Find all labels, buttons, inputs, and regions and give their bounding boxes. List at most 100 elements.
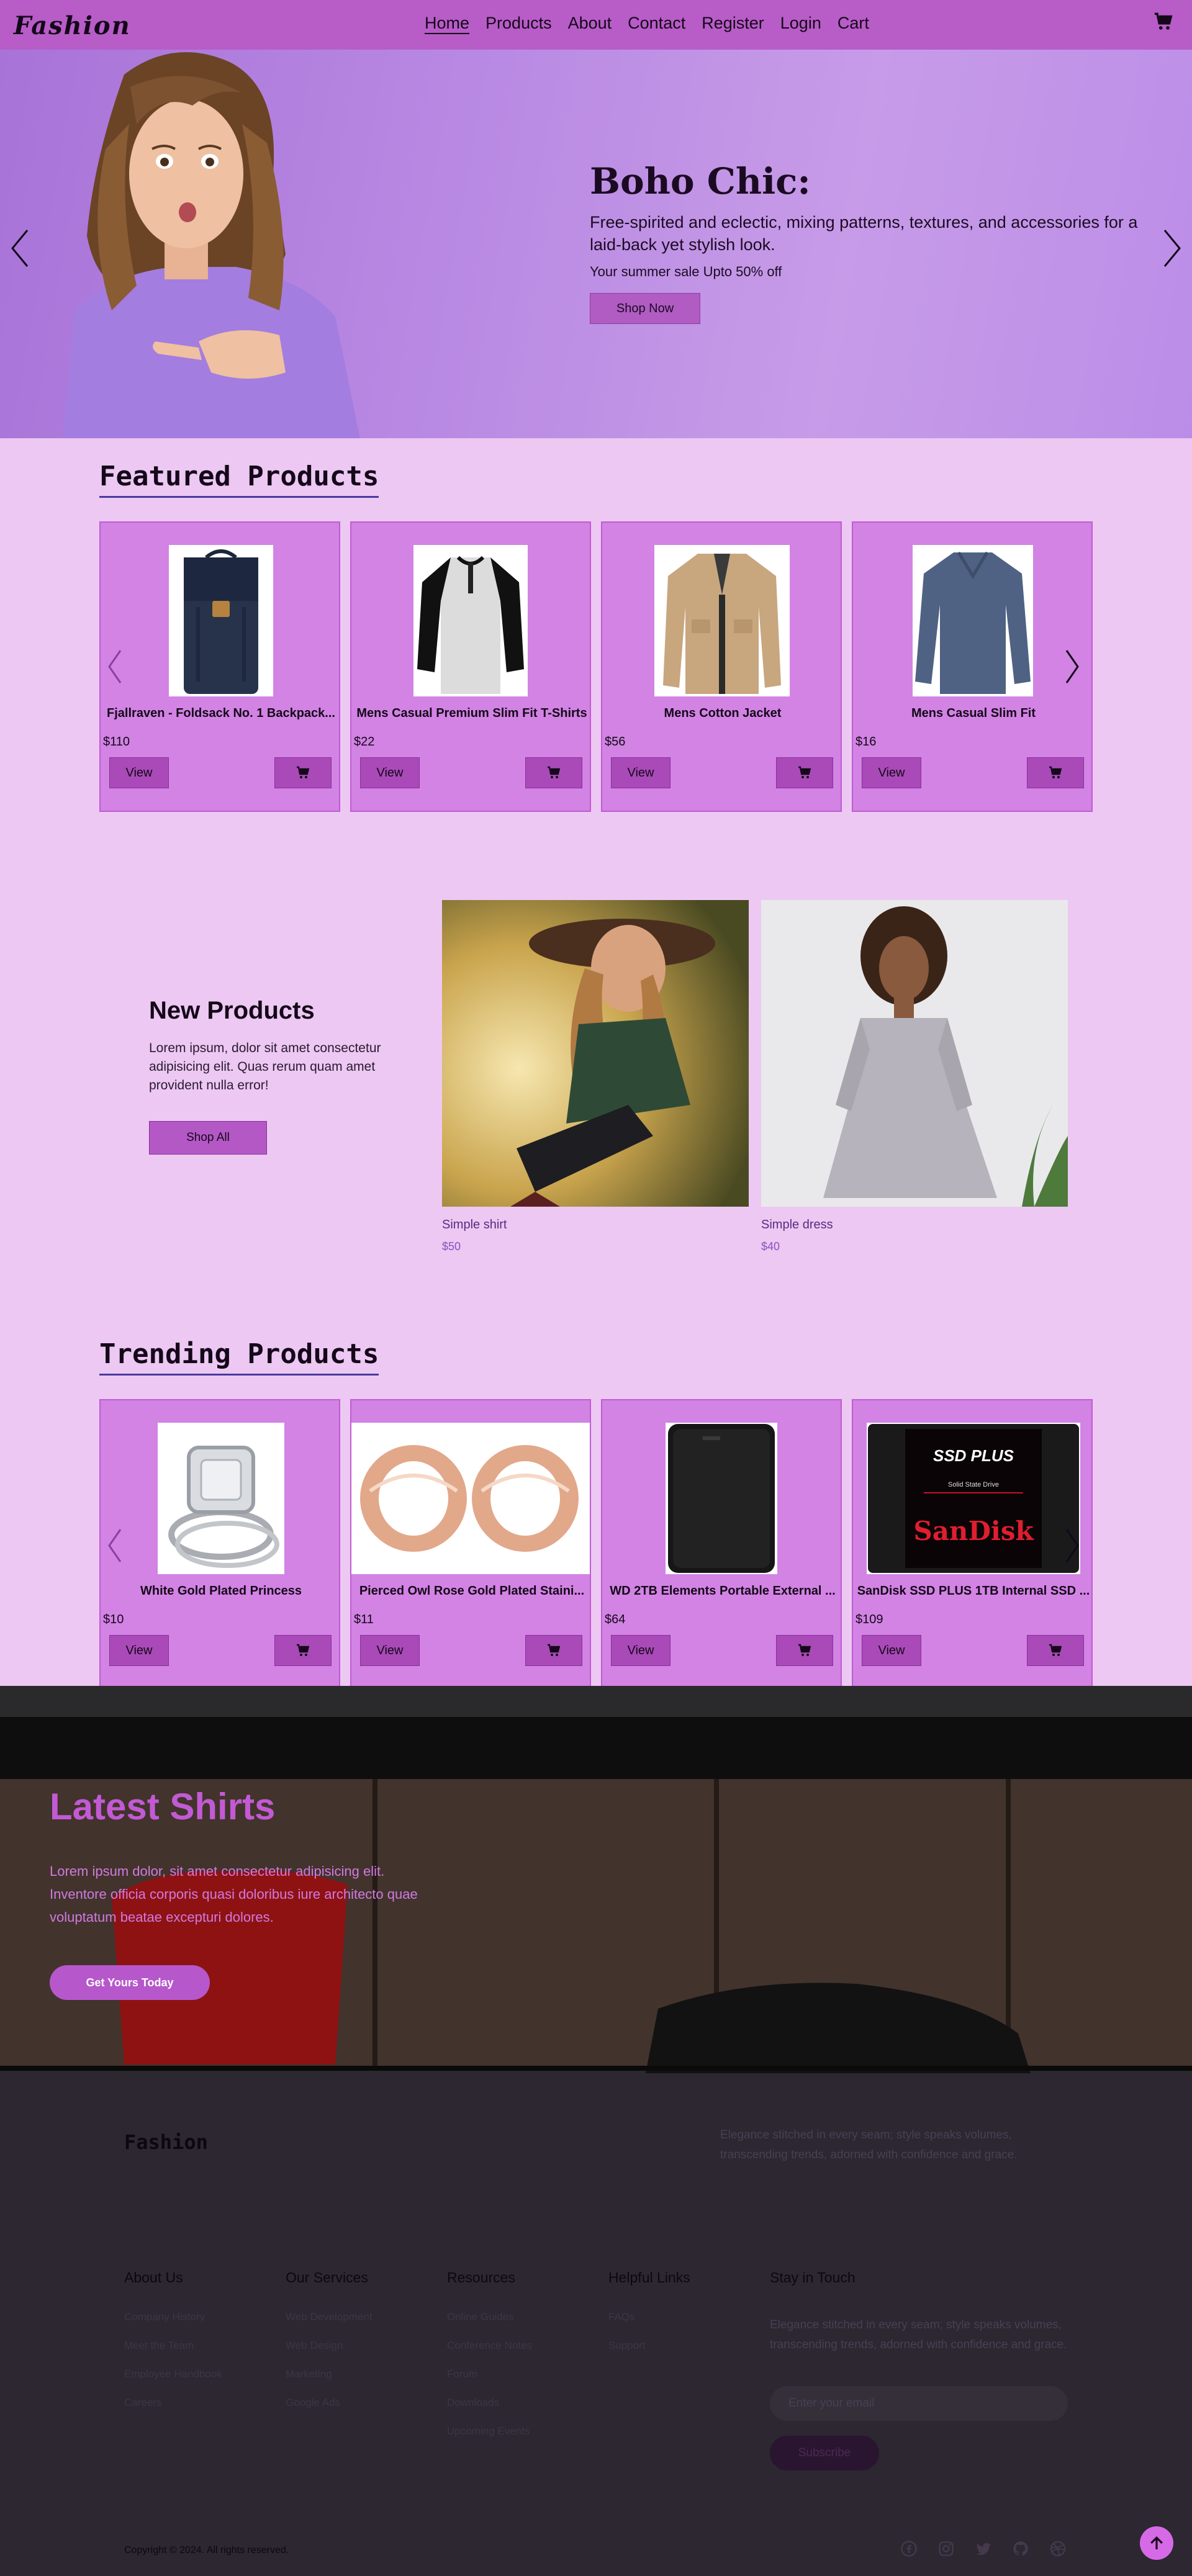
add-to-cart-button[interactable]: [274, 757, 332, 788]
ssd-model: SSD PLUS: [932, 1446, 1014, 1465]
footer-link[interactable]: Forum: [447, 2368, 532, 2380]
footer-link[interactable]: Employee Handbook: [124, 2368, 222, 2380]
product-card[interactable]: Pierced Owl Rose Gold Plated Staini... $…: [350, 1399, 591, 1690]
product-card[interactable]: Mens Cotton Jacket $56 View: [601, 521, 842, 812]
footer: Fashion Elegance stitched in every seam;…: [0, 2073, 1192, 2576]
product-name: SanDisk SSD PLUS 1TB Internal SSD ...: [857, 1584, 1090, 1598]
footer-column-about: About Us Company History Meet the Team E…: [124, 2269, 222, 2425]
nav-link-about[interactable]: About: [568, 14, 612, 34]
stay-in-touch-text: Elegance stitched in every seam; style s…: [770, 2318, 1067, 2351]
add-to-cart-button[interactable]: [525, 757, 582, 788]
scroll-to-top-button[interactable]: [1140, 2526, 1173, 2560]
latest-shirts-description: Lorem ipsum dolor, sit amet consectetur …: [50, 1863, 418, 1925]
product-name: Pierced Owl Rose Gold Plated Staini...: [359, 1584, 585, 1598]
hero-prev-arrow[interactable]: [7, 227, 32, 270]
view-button[interactable]: View: [109, 757, 169, 788]
cart-icon: [297, 766, 310, 778]
hero-description: Free-spirited and eclectic, mixing patte…: [590, 213, 1138, 254]
footer-link[interactable]: Downloads: [447, 2397, 532, 2409]
nav-link-login[interactable]: Login: [780, 14, 821, 34]
view-button[interactable]: View: [109, 1635, 169, 1666]
add-to-cart-button[interactable]: [1027, 757, 1084, 788]
simple-dress-image[interactable]: [761, 900, 1068, 1207]
email-input[interactable]: [770, 2386, 1068, 2421]
facebook-icon[interactable]: [900, 2540, 918, 2557]
footer-link[interactable]: FAQs: [608, 2311, 690, 2323]
jacket-image: [654, 545, 790, 696]
footer-link[interactable]: Web Design: [286, 2340, 372, 2352]
footer-link[interactable]: Google Ads: [286, 2397, 372, 2409]
shop-all-button[interactable]: Shop All: [149, 1121, 267, 1155]
product-price: $64: [605, 1613, 626, 1626]
cart-icon: [297, 1644, 310, 1656]
footer-link[interactable]: Meet the Team: [124, 2340, 222, 2352]
latest-shirts-title: Latest Shirts: [50, 1786, 276, 1827]
ssd-divider: [924, 1492, 1023, 1493]
footer-link[interactable]: Marketing: [286, 2368, 372, 2380]
footer-link[interactable]: Conference Notes: [447, 2340, 532, 2352]
nav-link-products[interactable]: Products: [485, 14, 552, 34]
footer-link[interactable]: Support: [608, 2340, 690, 2352]
nav-link-contact[interactable]: Contact: [628, 14, 685, 34]
product-price: $22: [354, 735, 375, 749]
nav-link-home[interactable]: Home: [425, 14, 470, 34]
add-to-cart-button[interactable]: [776, 1635, 833, 1666]
sweater-image: [913, 545, 1033, 696]
add-to-cart-button[interactable]: [274, 1635, 332, 1666]
cart-icon: [1049, 1644, 1062, 1656]
featured-next-arrow[interactable]: [1063, 648, 1081, 685]
ssd-brand: SanDisk: [913, 1516, 1034, 1546]
simple-dress-name[interactable]: Simple dress: [761, 1218, 833, 1232]
view-button[interactable]: View: [862, 1635, 921, 1666]
footer-column-title: Our Services: [286, 2269, 368, 2286]
view-button[interactable]: View: [611, 757, 670, 788]
product-card[interactable]: Mens Casual Slim Fit $16 View: [852, 521, 1093, 812]
github-icon[interactable]: [1012, 2540, 1029, 2557]
shop-now-button[interactable]: Shop Now: [590, 293, 700, 324]
product-card[interactable]: WD 2TB Elements Portable External ... $6…: [601, 1399, 842, 1690]
footer-link[interactable]: Web Development: [286, 2311, 372, 2323]
add-to-cart-button[interactable]: [525, 1635, 582, 1666]
nav-link-cart[interactable]: Cart: [838, 14, 869, 34]
footer-link[interactable]: Online Guides: [447, 2311, 532, 2323]
view-button[interactable]: View: [862, 757, 921, 788]
cart-icon[interactable]: [1152, 11, 1175, 32]
simple-shirt-name[interactable]: Simple shirt: [442, 1218, 507, 1232]
product-name: White Gold Plated Princess: [140, 1584, 302, 1598]
featured-prev-arrow[interactable]: [106, 648, 124, 685]
twitter-icon[interactable]: [975, 2540, 992, 2557]
footer-link[interactable]: Upcoming Events: [447, 2425, 532, 2438]
footer-link[interactable]: Company History: [124, 2311, 222, 2323]
simple-shirt-image[interactable]: [442, 900, 749, 1207]
product-card[interactable]: White Gold Plated Princess $10 View: [99, 1399, 340, 1690]
view-button[interactable]: View: [611, 1635, 670, 1666]
footer-link[interactable]: Careers: [124, 2397, 222, 2409]
view-button[interactable]: View: [360, 757, 420, 788]
product-price: $10: [103, 1613, 124, 1626]
footer-brand[interactable]: Fashion: [124, 2130, 208, 2154]
product-card[interactable]: Fjallraven - Foldsack No. 1 Backpack... …: [99, 521, 340, 812]
trending-prev-arrow[interactable]: [106, 1527, 124, 1564]
nav-link-register[interactable]: Register: [702, 14, 764, 34]
cart-icon: [1049, 766, 1062, 778]
dribbble-icon[interactable]: [1049, 2540, 1067, 2557]
ssd-image: SSD PLUS Solid State Drive SanDisk: [867, 1423, 1080, 1574]
instagram-icon[interactable]: [937, 2540, 955, 2557]
hero-next-arrow[interactable]: [1160, 227, 1185, 270]
cart-icon: [798, 1644, 811, 1656]
add-to-cart-button[interactable]: [1027, 1635, 1084, 1666]
view-button[interactable]: View: [360, 1635, 420, 1666]
logo[interactable]: Fashion: [14, 11, 131, 40]
get-yours-today-button[interactable]: Get Yours Today: [50, 1965, 210, 2000]
add-to-cart-button[interactable]: [776, 757, 833, 788]
product-name: Mens Casual Premium Slim Fit T-Shirts: [356, 706, 587, 720]
product-card[interactable]: Mens Casual Premium Slim Fit T-Shirts $2…: [350, 521, 591, 812]
footer-column-title: Stay in Touch: [770, 2269, 856, 2286]
trending-next-arrow[interactable]: [1063, 1527, 1081, 1564]
product-card[interactable]: SSD PLUS Solid State Drive SanDisk SanDi…: [852, 1399, 1093, 1690]
cart-icon: [798, 766, 811, 778]
featured-products-title: Featured Products: [99, 461, 379, 498]
product-price: $110: [103, 735, 130, 749]
subscribe-button[interactable]: Subscribe: [770, 2436, 879, 2470]
product-price: $56: [605, 735, 626, 749]
